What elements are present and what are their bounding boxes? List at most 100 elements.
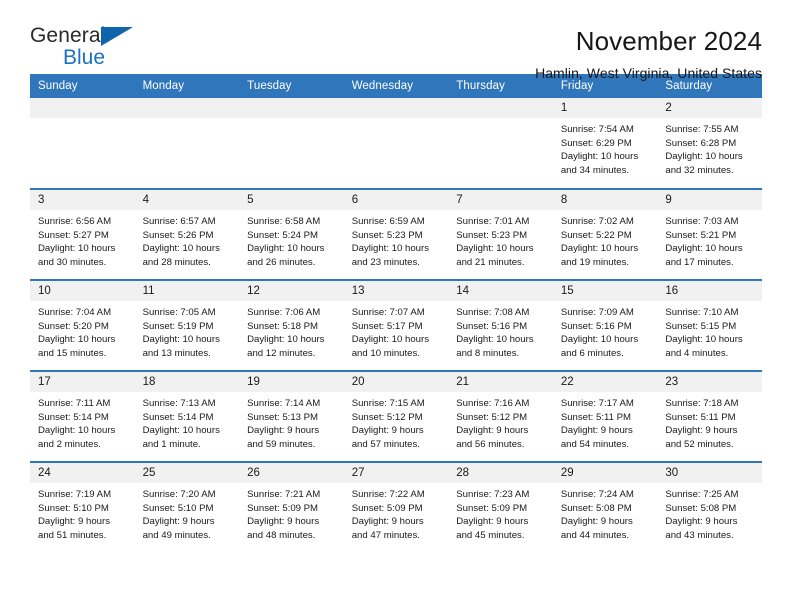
day-details: Sunrise: 7:19 AM Sunset: 5:10 PM Daylight:… <box>30 483 135 542</box>
sunset-time: Sunset: 5:26 PM <box>142 229 214 241</box>
day-details: Sunrise: 6:59 AM Sunset: 5:23 PM Daylight:… <box>344 210 449 269</box>
daylight-duration-line1: Daylight: 10 hours <box>665 151 743 163</box>
day-number: 12 <box>239 281 344 301</box>
sunrise-time: Sunrise: 7:19 AM <box>38 489 112 500</box>
calendar-day-cell[interactable]: 23 Sunrise: 7:18 AM Sunset: 5:11 PM Dayligh… <box>657 370 762 462</box>
calendar-day-cell[interactable]: 21 Sunrise: 7:16 AM Sunset: 5:12 PM Dayligh… <box>448 370 553 462</box>
day-number: 16 <box>657 281 762 301</box>
calendar-day-cell[interactable]: 18 Sunrise: 7:13 AM Sunset: 5:14 PM Dayligh… <box>134 370 240 462</box>
page-subtitle: Hamlin, West Virginia, United States <box>535 64 762 81</box>
sunrise-time: Sunrise: 7:25 AM <box>665 489 739 500</box>
daylight-duration-line2: and 43 minutes. <box>665 529 734 541</box>
calendar-day-cell[interactable]: 26 Sunrise: 7:21 AM Sunset: 5:09 PM Dayligh… <box>239 461 344 553</box>
day-details: Sunrise: 7:21 AM Sunset: 5:09 PM Daylight:… <box>239 483 344 542</box>
sunrise-time: Sunrise: 7:15 AM <box>351 398 425 409</box>
daylight-duration-line2: and 47 minutes. <box>351 529 420 541</box>
calendar-day-cell[interactable]: 22 Sunrise: 7:17 AM Sunset: 5:11 PM Dayligh… <box>552 370 658 462</box>
day-details: Sunrise: 7:01 AM Sunset: 5:23 PM Daylight:… <box>448 210 553 269</box>
sunset-time: Sunset: 5:24 PM <box>247 229 319 241</box>
day-number: 2 <box>657 98 762 118</box>
calendar-day-cell[interactable]: 20 Sunrise: 7:15 AM Sunset: 5:12 PM Dayligh… <box>343 370 449 462</box>
day-number <box>343 98 449 118</box>
day-number <box>448 98 553 118</box>
calendar-day-cell[interactable]: 6 Sunrise: 6:59 AM Sunset: 5:23 PM Daylight… <box>343 188 449 280</box>
calendar-body: 1 Sunrise: 7:54 AM Sunset: 6:29 PM Daylight… <box>30 98 762 553</box>
sunrise-time: Sunrise: 7:18 AM <box>665 398 739 409</box>
sunset-time: Sunset: 5:22 PM <box>560 229 632 241</box>
calendar-day-cell[interactable]: 13 Sunrise: 7:07 AM Sunset: 5:17 PM Dayligh… <box>343 279 449 371</box>
day-number: 11 <box>134 281 240 301</box>
day-number <box>134 98 240 118</box>
daylight-duration-line1: Daylight: 10 hours <box>142 425 220 437</box>
day-details: Sunrise: 7:03 AM Sunset: 5:21 PM Daylight:… <box>657 210 762 269</box>
daylight-duration-line1: Daylight: 9 hours <box>456 425 529 437</box>
daylight-duration-line1: Daylight: 10 hours <box>456 243 534 255</box>
sunrise-time: Sunrise: 6:58 AM <box>247 216 321 227</box>
weekday-header-monday: Monday <box>134 74 240 98</box>
sunrise-time: Sunrise: 7:13 AM <box>142 398 216 409</box>
calendar-day-cell[interactable]: 17 Sunrise: 7:11 AM Sunset: 5:14 PM Dayligh… <box>30 370 135 462</box>
calendar-day-cell[interactable]: 2 Sunrise: 7:55 AM Sunset: 6:28 PM Daylight… <box>657 98 762 189</box>
sunrise-time: Sunrise: 6:59 AM <box>351 216 425 227</box>
sunset-time: Sunset: 5:17 PM <box>351 320 423 332</box>
sunrise-sunset-calendar: Sunday Monday Tuesday Wednesday Thursday Frid… <box>30 74 762 553</box>
day-number: 29 <box>552 463 658 483</box>
calendar-day-cell[interactable]: 12 Sunrise: 7:06 AM Sunset: 5:18 PM Dayligh… <box>239 279 344 371</box>
calendar-day-cell[interactable]: 14 Sunrise: 7:08 AM Sunset: 5:16 PM Dayligh… <box>448 279 553 371</box>
sunrise-time: Sunrise: 7:02 AM <box>560 216 634 227</box>
daylight-duration-line2: and 21 minutes. <box>456 256 525 268</box>
calendar-day-cell[interactable]: 19 Sunrise: 7:14 AM Sunset: 5:13 PM Dayligh… <box>239 370 344 462</box>
daylight-duration-line2: and 49 minutes. <box>142 529 211 541</box>
calendar-day-cell[interactable]: 3 Sunrise: 6:56 AM Sunset: 5:27 PM Daylight… <box>30 188 135 280</box>
day-details: Sunrise: 7:07 AM Sunset: 5:17 PM Daylight:… <box>344 301 449 360</box>
daylight-duration-line2: and 54 minutes. <box>560 438 630 450</box>
sunset-time: Sunset: 5:16 PM <box>560 320 632 332</box>
sunset-time: Sunset: 5:11 PM <box>665 411 736 423</box>
daylight-duration-line1: Daylight: 9 hours <box>38 516 110 528</box>
day-details: Sunrise: 7:15 AM Sunset: 5:12 PM Daylight:… <box>344 392 449 451</box>
day-number: 28 <box>448 463 553 483</box>
day-number: 9 <box>657 190 762 210</box>
general-blue-logo[interactable]: General Blue <box>30 25 150 73</box>
calendar-day-cell[interactable]: 9 Sunrise: 7:03 AM Sunset: 5:21 PM Daylight… <box>657 188 762 280</box>
day-details: Sunrise: 7:17 AM Sunset: 5:11 PM Daylight:… <box>553 392 658 451</box>
sunset-time: Sunset: 5:14 PM <box>142 411 214 423</box>
daylight-duration-line2: and 19 minutes. <box>560 256 630 268</box>
day-number: 13 <box>343 281 449 301</box>
day-details: Sunrise: 7:10 AM Sunset: 5:15 PM Daylight:… <box>657 301 762 360</box>
day-number <box>30 98 135 118</box>
day-number: 24 <box>30 463 135 483</box>
day-details: Sunrise: 7:20 AM Sunset: 5:10 PM Daylight:… <box>135 483 240 542</box>
daylight-duration-line1: Daylight: 10 hours <box>351 243 430 255</box>
sunset-time: Sunset: 5:19 PM <box>142 320 214 332</box>
calendar-week-row: 1 Sunrise: 7:54 AM Sunset: 6:29 PM Daylight… <box>30 98 762 189</box>
calendar-day-cell[interactable]: 4 Sunrise: 6:57 AM Sunset: 5:26 PM Daylight… <box>134 188 240 280</box>
calendar-day-cell[interactable]: 16 Sunrise: 7:10 AM Sunset: 5:15 PM Dayligh… <box>657 279 762 371</box>
day-details: Sunrise: 7:55 AM Sunset: 6:28 PM Daylight:… <box>657 118 762 177</box>
calendar-day-cell[interactable]: 28 Sunrise: 7:23 AM Sunset: 5:09 PM Dayligh… <box>448 461 553 553</box>
sunset-time: Sunset: 6:28 PM <box>665 137 737 149</box>
day-details: Sunrise: 7:24 AM Sunset: 5:08 PM Daylight:… <box>553 483 658 542</box>
calendar-day-cell[interactable]: 11 Sunrise: 7:05 AM Sunset: 5:19 PM Dayligh… <box>134 279 240 371</box>
calendar-day-cell[interactable]: 15 Sunrise: 7:09 AM Sunset: 5:16 PM Dayligh… <box>552 279 658 371</box>
sunrise-time: Sunrise: 7:10 AM <box>665 307 739 318</box>
calendar-day-cell[interactable]: 27 Sunrise: 7:22 AM Sunset: 5:09 PM Dayligh… <box>343 461 449 553</box>
calendar-day-cell[interactable]: 29 Sunrise: 7:24 AM Sunset: 5:08 PM Dayligh… <box>552 461 658 553</box>
day-number: 4 <box>134 190 240 210</box>
calendar-day-cell[interactable]: 5 Sunrise: 6:58 AM Sunset: 5:24 PM Daylight… <box>239 188 344 280</box>
calendar-day-cell[interactable]: 10 Sunrise: 7:04 AM Sunset: 5:20 PM Dayligh… <box>30 279 135 371</box>
calendar-cell-empty <box>30 98 135 189</box>
daylight-duration-line1: Daylight: 9 hours <box>247 425 320 437</box>
sunset-time: Sunset: 5:20 PM <box>38 320 109 332</box>
daylight-duration-line1: Daylight: 10 hours <box>351 334 430 346</box>
calendar-day-cell[interactable]: 30 Sunrise: 7:25 AM Sunset: 5:08 PM Dayligh… <box>657 461 762 553</box>
calendar-day-cell[interactable]: 1 Sunrise: 7:54 AM Sunset: 6:29 PM Daylight… <box>552 98 658 189</box>
sunrise-time: Sunrise: 7:21 AM <box>247 489 321 500</box>
calendar-day-cell[interactable]: 24 Sunrise: 7:19 AM Sunset: 5:10 PM Dayligh… <box>30 461 135 553</box>
calendar-day-cell[interactable]: 8 Sunrise: 7:02 AM Sunset: 5:22 PM Daylight… <box>552 188 658 280</box>
calendar-day-cell[interactable]: 25 Sunrise: 7:20 AM Sunset: 5:10 PM Dayligh… <box>134 461 240 553</box>
calendar-day-cell[interactable]: 7 Sunrise: 7:01 AM Sunset: 5:23 PM Daylight… <box>448 188 553 280</box>
page-title: November 2024 <box>575 26 762 56</box>
daylight-duration-line1: Daylight: 9 hours <box>665 516 738 528</box>
daylight-duration-line2: and 8 minutes. <box>456 347 520 359</box>
